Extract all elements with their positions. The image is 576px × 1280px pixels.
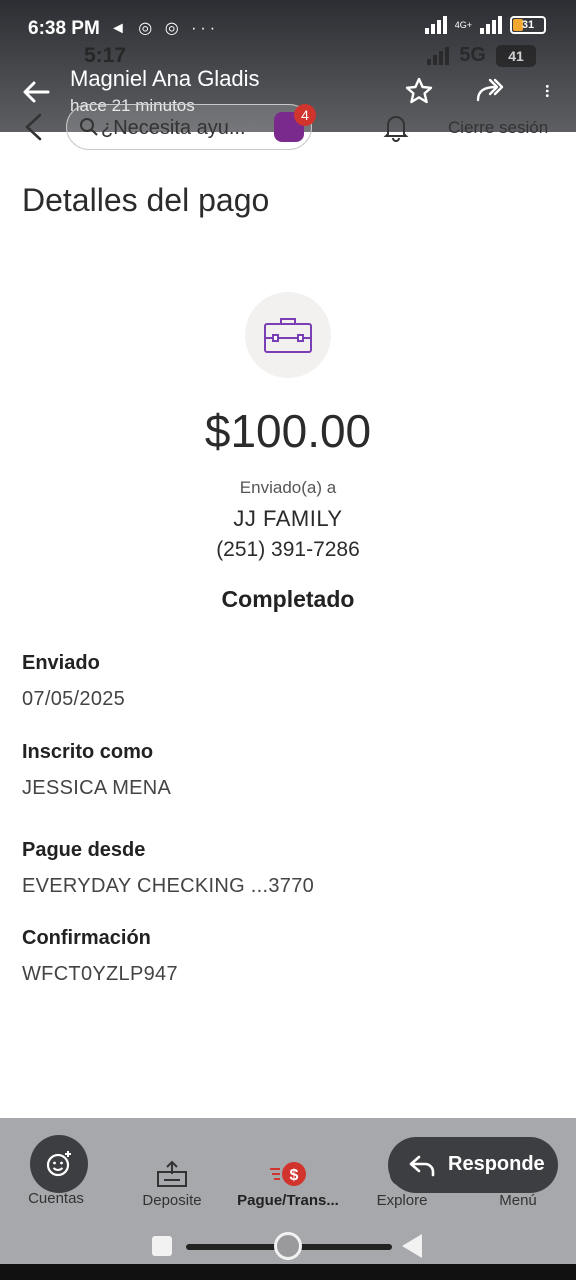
network-label: 4G+ (454, 19, 472, 30)
reply-button[interactable]: Responde (388, 1137, 558, 1193)
svg-text:$: $ (290, 1167, 299, 1184)
status-time: 6:38 PM (28, 18, 100, 39)
emoji-react-button[interactable] (30, 1135, 88, 1193)
payment-status: Completado (221, 586, 355, 612)
page-title: Detalles del pago (22, 182, 270, 218)
screenshot-network: 5G (459, 44, 486, 66)
chat-badge-count: 4 (294, 104, 316, 126)
notifications-bell-icon[interactable] (382, 112, 410, 142)
screenshot-status-icons: 5G 41 (427, 44, 536, 67)
detail-label-confirmation: Confirmación (22, 927, 151, 949)
forward-icon[interactable] (474, 76, 504, 106)
screenshot-status-time: 5:17 (84, 44, 127, 67)
nav-pay-transfer[interactable]: $ Pague/Trans... (228, 1160, 348, 1209)
recents-button[interactable] (152, 1236, 172, 1256)
more-options-icon[interactable] (544, 76, 558, 106)
payee-phone: (251) 391-7286 (216, 538, 360, 561)
star-icon[interactable] (404, 76, 434, 106)
screenshot-signal-icon (427, 46, 450, 65)
payment-type-badge (245, 292, 331, 378)
signal-icon-2 (480, 16, 502, 34)
detail-value-enrolled: JESSICA MENA (22, 777, 172, 799)
status-right-icons: 4G+ 31 (424, 16, 546, 34)
screenshot-battery-icon: 41 (496, 44, 536, 67)
search-placeholder: ¿Necesita ayu... (101, 117, 246, 139)
signal-icon (424, 16, 447, 34)
reply-label: Responde (448, 1153, 545, 1175)
bottom-edge (0, 1264, 576, 1280)
sent-to-label: Enviado(a) a (239, 478, 337, 497)
briefcase-icon (264, 318, 312, 353)
battery-icon: 31 (510, 16, 546, 34)
pay-transfer-icon: $ (270, 1162, 306, 1186)
payment-amount: $100.00 (204, 405, 372, 457)
app-back-icon[interactable] (22, 112, 44, 142)
detail-label-enrolled: Inscrito como (22, 741, 154, 763)
nav-deposit[interactable]: Deposite (112, 1160, 232, 1209)
home-button[interactable] (274, 1232, 302, 1260)
contact-name: Magniel Ana Gladis (70, 66, 260, 91)
detail-label-sent: Enviado (22, 652, 100, 674)
system-back-button[interactable] (402, 1234, 422, 1258)
detail-label-pay-from: Pague desde (22, 839, 146, 861)
logout-link[interactable]: Cierre sesión (448, 118, 548, 138)
system-navigation-bar (0, 1228, 576, 1264)
detail-value-pay-from: EVERYDAY CHECKING ...3770 (22, 875, 315, 897)
viewer-actions (404, 76, 558, 106)
payee-name: JJ FAMILY (233, 506, 343, 531)
emoji-add-icon (46, 1151, 71, 1177)
reply-icon (409, 1155, 435, 1177)
viewer-back-icon[interactable] (20, 76, 52, 108)
notification-icons: ◄ ◎ ◎ ··· (110, 20, 220, 37)
deposit-icon (157, 1160, 187, 1187)
detail-value-sent: 07/05/2025 (22, 688, 126, 710)
chat-assistant-icon[interactable]: 4 (274, 104, 316, 142)
search-icon (80, 118, 98, 136)
detail-value-confirmation: WFCT0YZLP947 (22, 963, 178, 985)
